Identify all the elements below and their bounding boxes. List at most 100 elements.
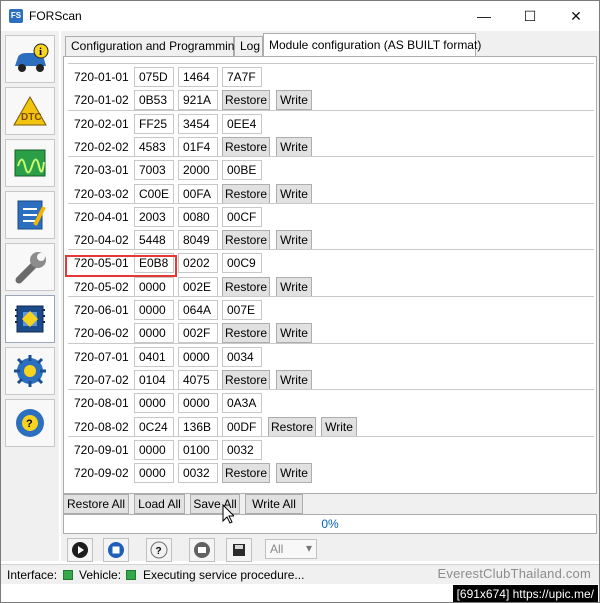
- hex-value-field[interactable]: 4075: [178, 369, 218, 390]
- save-button[interactable]: [226, 538, 252, 562]
- write-button[interactable]: Write: [276, 276, 312, 297]
- play-button[interactable]: [67, 538, 93, 562]
- hex-value-field[interactable]: 0EE4: [222, 113, 262, 134]
- write-button[interactable]: Write: [276, 183, 312, 204]
- hex-value-field[interactable]: FF25: [134, 113, 174, 134]
- dtc-button[interactable]: DTC: [5, 87, 55, 135]
- hex-value-field[interactable]: 1464: [178, 67, 218, 87]
- help-button[interactable]: ?: [146, 538, 172, 562]
- hex-value-field[interactable]: 00CF: [222, 206, 262, 227]
- highlight-box: [65, 255, 177, 277]
- restore-button[interactable]: Restore: [222, 369, 270, 390]
- hex-value-field[interactable]: 002E: [178, 276, 218, 297]
- hex-value-field[interactable]: 921A: [178, 90, 218, 111]
- hex-value-field[interactable]: 0202: [178, 253, 218, 274]
- load-all-button[interactable]: Load All: [134, 494, 185, 514]
- write-button[interactable]: Write: [276, 369, 312, 390]
- hex-value-field[interactable]: 7A7F: [222, 67, 262, 87]
- checklist-button[interactable]: [5, 191, 55, 239]
- hex-value-field[interactable]: 0B53: [134, 90, 174, 111]
- oscilloscope-button[interactable]: [5, 139, 55, 187]
- hex-value-field[interactable]: 2003: [134, 206, 174, 227]
- hex-value-field[interactable]: 4583: [134, 136, 174, 157]
- chevron-down-icon: ▾: [305, 541, 312, 555]
- hex-value-field[interactable]: 00C9: [222, 253, 262, 274]
- module-programming-button[interactable]: [5, 295, 55, 343]
- write-button[interactable]: Write: [276, 230, 312, 251]
- restore-button[interactable]: Restore: [222, 463, 270, 484]
- tab-strip: Configuration and Programming Log Module…: [63, 33, 597, 57]
- hex-value-field[interactable]: 0000: [134, 300, 174, 320]
- hex-value-field[interactable]: 0401: [134, 346, 174, 367]
- restore-button[interactable]: Restore: [222, 90, 270, 111]
- hex-value-field[interactable]: 0032: [222, 439, 262, 460]
- restore-button[interactable]: Restore: [222, 276, 270, 297]
- vehicle-info-button[interactable]: i: [5, 35, 55, 83]
- hex-value-field[interactable]: 0032: [178, 463, 218, 484]
- hex-value-field[interactable]: C00E: [134, 183, 174, 204]
- hex-value-field[interactable]: 0080: [178, 206, 218, 227]
- hex-value-field[interactable]: 2000: [178, 160, 218, 181]
- restore-button[interactable]: Restore: [222, 136, 270, 157]
- settings-button[interactable]: [5, 347, 55, 395]
- write-button[interactable]: Write: [276, 136, 312, 157]
- write-button[interactable]: Write: [276, 323, 312, 344]
- filter-select[interactable]: All ▾: [265, 539, 317, 559]
- hex-value-field[interactable]: 00FA: [178, 183, 218, 204]
- restore-button[interactable]: Restore: [222, 323, 270, 344]
- tab-log[interactable]: Log: [234, 36, 263, 56]
- write-button[interactable]: Write: [276, 463, 312, 484]
- stop-button[interactable]: [103, 538, 129, 562]
- hex-value-field[interactable]: 007E: [222, 300, 262, 320]
- address-label: 720-04-01: [74, 209, 129, 224]
- address-label: 720-01-01: [74, 70, 129, 84]
- write-button[interactable]: Write: [276, 90, 312, 111]
- write-all-button[interactable]: Write All: [245, 494, 303, 514]
- erase-button[interactable]: [189, 538, 215, 562]
- hex-value-field[interactable]: 075D: [134, 67, 174, 87]
- hex-value-field[interactable]: 0000: [178, 393, 218, 414]
- hex-value-field[interactable]: 01F4: [178, 136, 218, 157]
- hex-value-field[interactable]: 0100: [178, 439, 218, 460]
- hex-value-field[interactable]: 0000: [178, 346, 218, 367]
- hex-value-field[interactable]: 0000: [134, 439, 174, 460]
- wrench-icon: [15, 252, 46, 284]
- hex-value-field[interactable]: 8049: [178, 230, 218, 251]
- progress-text: 0%: [321, 517, 339, 531]
- help-button[interactable]: ?: [5, 399, 55, 447]
- dtc-icon: DTC: [13, 95, 47, 126]
- hex-value-field[interactable]: 7003: [134, 160, 174, 181]
- hex-value-field[interactable]: 00BE: [222, 160, 262, 181]
- address-label: 720-09-02: [74, 466, 129, 481]
- tab-module-configuration[interactable]: Module configuration (AS BUILT format): [263, 33, 481, 57]
- hex-value-field[interactable]: 00DF: [222, 416, 262, 437]
- address-label: 720-03-01: [74, 163, 129, 178]
- forscan-app-icon: FS: [9, 9, 23, 23]
- hex-value-field[interactable]: 0C24: [134, 416, 174, 437]
- tab-configuration-programming[interactable]: Configuration and Programming: [65, 36, 241, 56]
- vehicle-status-led: [126, 570, 136, 580]
- restore-button[interactable]: Restore: [268, 416, 316, 437]
- hex-value-field[interactable]: 0000: [134, 393, 174, 414]
- hex-value-field[interactable]: 0000: [134, 463, 174, 484]
- hex-value-field[interactable]: 5448: [134, 230, 174, 251]
- hex-value-field[interactable]: 0000: [134, 276, 174, 297]
- maximize-button[interactable]: ☐: [507, 1, 553, 31]
- restore-button[interactable]: Restore: [222, 230, 270, 251]
- hex-value-field[interactable]: 0034: [222, 346, 262, 367]
- restore-all-button[interactable]: Restore All: [63, 494, 129, 514]
- hex-value-field[interactable]: 0104: [134, 369, 174, 390]
- hex-value-field[interactable]: 136B: [178, 416, 218, 437]
- interface-label: Interface:: [7, 568, 58, 582]
- minimize-button[interactable]: —: [461, 1, 507, 31]
- filter-select-value: All: [270, 542, 284, 556]
- hex-value-field[interactable]: 3454: [178, 113, 218, 134]
- write-button[interactable]: Write: [321, 416, 357, 437]
- hex-value-field[interactable]: 002F: [178, 323, 218, 344]
- hex-value-field[interactable]: 0A3A: [222, 393, 262, 414]
- hex-value-field[interactable]: 0000: [134, 323, 174, 344]
- close-button[interactable]: ✕: [553, 1, 599, 31]
- restore-button[interactable]: Restore: [222, 183, 270, 204]
- hex-value-field[interactable]: 064A: [178, 300, 218, 320]
- service-tools-button[interactable]: [5, 243, 55, 291]
